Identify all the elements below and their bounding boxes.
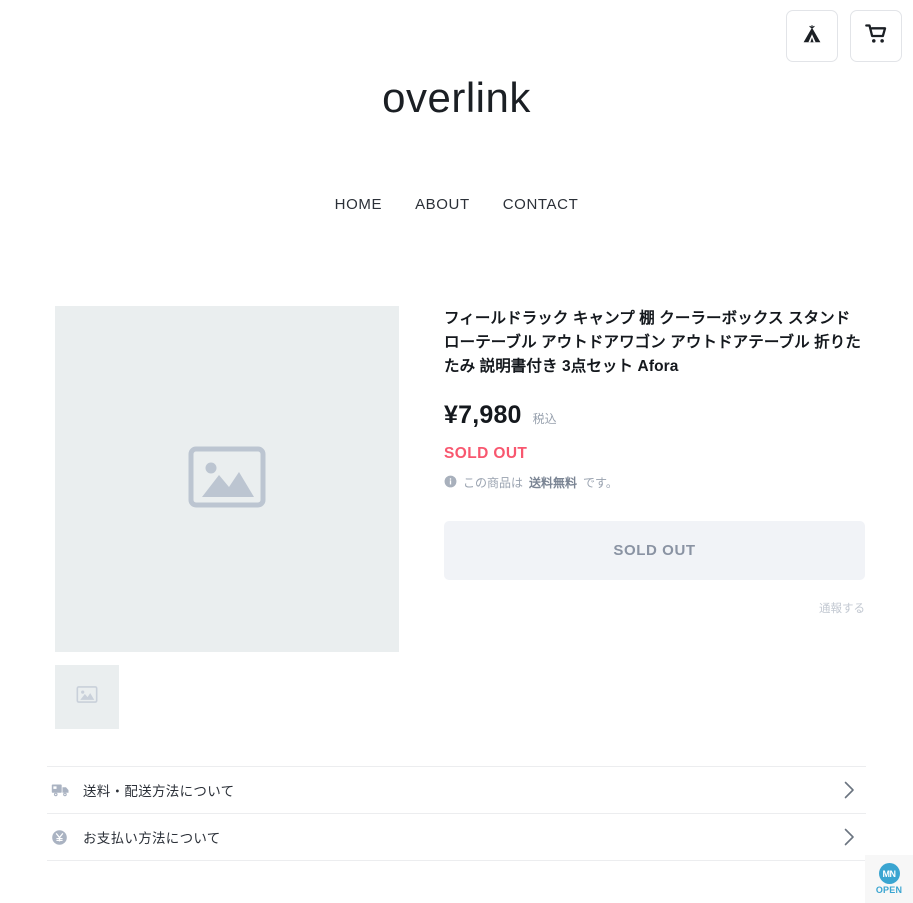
nav-item-contact[interactable]: CONTACT bbox=[503, 196, 579, 213]
nav-item-home[interactable]: HOME bbox=[335, 196, 382, 213]
accordion-label-shipping: 送料・配送方法について bbox=[83, 784, 235, 799]
chevron-right-icon bbox=[843, 827, 866, 847]
thumbnail-strip bbox=[55, 665, 399, 729]
shipping-note: この商品は 送料無料 です。 bbox=[444, 474, 865, 491]
shipping-note-strong: 送料無料 bbox=[529, 476, 578, 490]
teepee-icon bbox=[800, 22, 824, 51]
truck-icon bbox=[47, 782, 83, 798]
image-placeholder-icon bbox=[76, 685, 98, 709]
product-gallery bbox=[55, 306, 399, 729]
accordion-row-shipping[interactable]: 送料・配送方法について bbox=[47, 767, 866, 814]
accordion-row-payment[interactable]: お支払い方法について bbox=[47, 814, 866, 861]
price-row: ¥7,980 税込 bbox=[444, 401, 865, 430]
site-logo[interactable]: overlink bbox=[0, 72, 913, 124]
open-badge[interactable]: MN OPEN bbox=[865, 855, 913, 903]
report-link[interactable]: 通報する bbox=[444, 600, 865, 616]
teepee-button[interactable] bbox=[786, 10, 838, 62]
chevron-right-icon bbox=[843, 780, 866, 800]
info-accordion: 送料・配送方法について お支払い方法について bbox=[47, 766, 866, 861]
shipping-note-suffix: です。 bbox=[583, 476, 618, 490]
add-to-cart-button[interactable]: SOLD OUT bbox=[444, 521, 865, 580]
image-placeholder-icon bbox=[186, 442, 268, 517]
tax-label: 税込 bbox=[532, 412, 557, 426]
badge-mark: MN bbox=[878, 863, 900, 884]
product-main-image[interactable] bbox=[55, 306, 399, 652]
product-title: フィールドラック キャンプ 棚 クーラーボックス スタンド ローテーブル アウト… bbox=[444, 310, 861, 375]
cart-icon bbox=[864, 21, 889, 51]
info-icon bbox=[444, 475, 457, 491]
header-icon-group bbox=[786, 10, 902, 62]
thumbnail-item[interactable] bbox=[55, 665, 119, 729]
nav-item-about[interactable]: ABOUT bbox=[415, 196, 470, 213]
accordion-label-payment: お支払い方法について bbox=[83, 831, 221, 846]
main-navigation: HOME ABOUT CONTACT bbox=[0, 196, 913, 213]
cart-button[interactable] bbox=[850, 10, 902, 62]
product-info: フィールドラック キャンプ 棚 クーラーボックス スタンド ローテーブル アウト… bbox=[444, 307, 865, 616]
stock-status-badge: SOLD OUT bbox=[444, 445, 528, 462]
shipping-note-prefix: この商品は bbox=[463, 476, 524, 490]
product-page: overlink HOME ABOUT CONTACT フィールドラック キャン… bbox=[0, 0, 913, 903]
product-price: ¥7,980 bbox=[444, 401, 522, 429]
yen-coin-icon bbox=[47, 829, 83, 846]
badge-label: OPEN bbox=[875, 885, 903, 895]
